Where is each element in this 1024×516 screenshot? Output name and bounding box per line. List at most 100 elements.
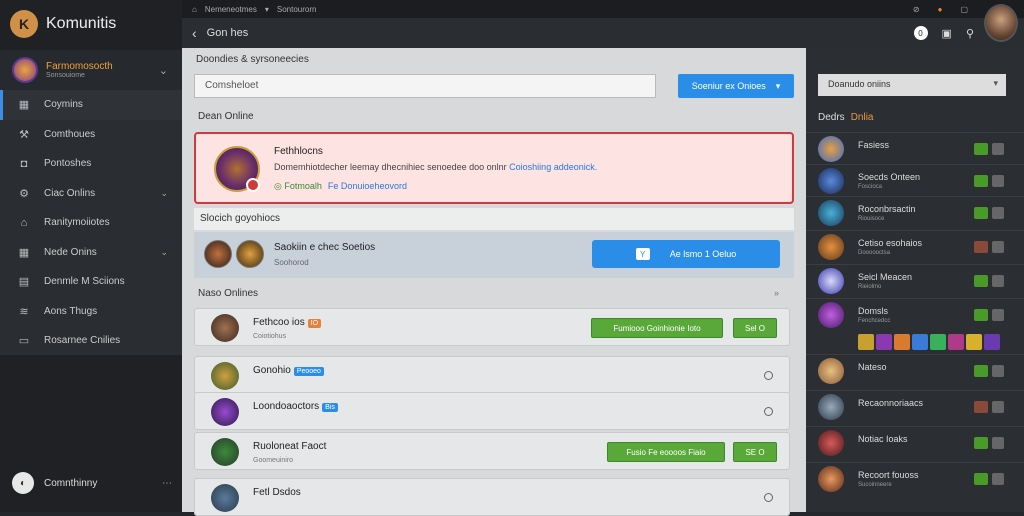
user-avatar[interactable]: [984, 4, 1018, 42]
options-icon[interactable]: [992, 437, 1004, 449]
refresh-icon[interactable]: ⊘: [913, 5, 920, 14]
status-toggle[interactable]: [974, 401, 988, 413]
sidebar-item-2[interactable]: ⚒ Comthoues: [0, 120, 182, 150]
item-icon[interactable]: [966, 334, 982, 350]
alert-link[interactable]: Coioshiing addeonick.: [509, 162, 597, 172]
community-item[interactable]: ◐ Comnthinny ⋯: [12, 472, 172, 494]
right-list-item[interactable]: Nateso: [806, 354, 1024, 386]
search-icon[interactable]: ⚲: [966, 27, 974, 40]
radio-icon[interactable]: [764, 493, 773, 502]
right-list-item[interactable]: Cetiso esohaios Doooooctsa: [806, 230, 1024, 262]
radio-icon[interactable]: [764, 371, 773, 380]
sidebar-item-8[interactable]: ≋ Aons Thugs: [0, 297, 182, 327]
avatar: [818, 302, 844, 328]
row-action-button[interactable]: Fusio Fe eoooos Fiaio: [607, 442, 725, 462]
server-selector[interactable]: Farmomosocth Sonsouiome ⌄: [0, 50, 182, 90]
status-toggle[interactable]: [974, 207, 988, 219]
item-icon[interactable]: [858, 334, 874, 350]
radio-icon[interactable]: [764, 407, 773, 416]
status-toggle[interactable]: [974, 175, 988, 187]
chevron-down-icon: ▾: [775, 80, 781, 91]
top-tab-1[interactable]: Nemeneotmes: [205, 5, 257, 14]
avatar: [211, 484, 239, 512]
status-toggle[interactable]: [974, 143, 988, 155]
search-button[interactable]: Soeniur ex Onioes ▾: [678, 74, 794, 98]
top-tab-2[interactable]: Sontourorn: [277, 5, 317, 14]
options-icon[interactable]: [992, 365, 1004, 377]
avatar: [818, 394, 844, 420]
sidebar-item-1[interactable]: ▦ Coymins: [0, 90, 182, 120]
sidebar-item-7[interactable]: ▤ Denmle M Sciions: [0, 267, 182, 297]
item-icon[interactable]: [948, 334, 964, 350]
filter-select[interactable]: Doanudo oniins ▾: [818, 74, 1006, 96]
row-secondary-button[interactable]: SE O: [733, 442, 777, 462]
right-list-item[interactable]: Domsls Fenchcedcc: [806, 298, 1024, 330]
right-list-item[interactable]: Fasiess: [806, 132, 1024, 164]
avatar: [211, 362, 239, 390]
options-icon[interactable]: [992, 401, 1004, 413]
status-toggle[interactable]: [974, 241, 988, 253]
list-item[interactable]: Fethcoo ios IO Coiotiohus Fumiooo Goinhioni…: [194, 308, 790, 346]
sidebar-item-label: Coymins: [44, 99, 83, 111]
app-logo[interactable]: K Komunitis: [10, 10, 116, 38]
right-list-item[interactable]: Notiac Ioaks: [806, 426, 1024, 458]
row-secondary-button[interactable]: Sel O: [733, 318, 777, 338]
options-icon[interactable]: [992, 309, 1004, 321]
list-item[interactable]: Loondoaoctors Bis: [194, 392, 790, 430]
item-icon[interactable]: [876, 334, 892, 350]
server-subtitle: Sonsouiome: [46, 72, 85, 79]
avatar: [818, 136, 844, 162]
online-section-title: Dean Online: [198, 111, 254, 122]
status-toggle[interactable]: [974, 275, 988, 287]
alert-status: ◎ Fotmoalh Fe Donuioeheovord: [274, 181, 407, 191]
collapse-icon[interactable]: »: [774, 288, 779, 298]
right-list-item[interactable]: Soecds Onteen Foscioca: [806, 164, 1024, 196]
sidebar-item-4[interactable]: ⚙ Ciac Onlins ⌄: [0, 179, 182, 209]
chat-icon[interactable]: ▣: [942, 27, 952, 40]
right-item-name: Roconbrsactin: [858, 204, 916, 214]
alert-status-link[interactable]: Fe Donuioeheovord: [328, 181, 407, 191]
right-list-item[interactable]: Recoort fouoss Sucoinneere: [806, 462, 1024, 494]
sidebar-item-9[interactable]: ▭ Rosarnee Cnilies: [0, 326, 182, 356]
more-icon[interactable]: ⋯: [162, 478, 172, 489]
status-toggle[interactable]: [974, 473, 988, 485]
status-toggle[interactable]: [974, 309, 988, 321]
search-section-title: Doondies & syrsoneecies: [196, 54, 309, 65]
search-input[interactable]: Comsheloet: [194, 74, 656, 98]
list-item[interactable]: Ruoloneat Faoct Goomeuiniro Fusio Fe eoooo…: [194, 432, 790, 470]
right-list-item[interactable]: Roconbrsactin Riouisoce: [806, 196, 1024, 228]
right-item-name: Soecds Onteen: [858, 172, 921, 182]
status-toggle[interactable]: [974, 437, 988, 449]
home-icon[interactable]: ⌂: [192, 5, 197, 14]
sidebar-item-label: Pontoshes: [44, 158, 92, 170]
item-icon[interactable]: [984, 334, 1000, 350]
count-badge[interactable]: 0: [913, 26, 928, 40]
alert-card[interactable]: Fethhlocns Domemhiotdecher leemay dhecni…: [194, 132, 794, 204]
sidebar-item-6[interactable]: ▦ Nede Onins ⌄: [0, 238, 182, 268]
item-icon[interactable]: [894, 334, 910, 350]
item-icon[interactable]: [912, 334, 928, 350]
avatar: [818, 234, 844, 260]
list-item[interactable]: Fetl Dsdos: [194, 478, 790, 516]
options-icon[interactable]: [992, 175, 1004, 187]
options-icon[interactable]: [992, 143, 1004, 155]
back-icon[interactable]: ‹: [192, 25, 197, 41]
list-item[interactable]: Gonohio Peooeo: [194, 356, 790, 394]
row-action-button[interactable]: Fumiooo Goinhionie Ioto: [591, 318, 723, 338]
sidebar-item-3[interactable]: ◘ Pontoshes: [0, 149, 182, 179]
right-list-item[interactable]: Recaonnoriaacs: [806, 390, 1024, 422]
window-icon[interactable]: ▢: [960, 5, 968, 14]
status-toggle[interactable]: [974, 365, 988, 377]
right-item-name: Domsls: [858, 306, 889, 316]
options-icon[interactable]: [992, 241, 1004, 253]
right-list-item[interactable]: Seicl Meacen Rieiolmo: [806, 264, 1024, 296]
group-join-button[interactable]: Y Ae lsmo 1 Oeluo: [592, 240, 780, 268]
options-icon[interactable]: [992, 473, 1004, 485]
item-icon[interactable]: [930, 334, 946, 350]
sidebar-item-5[interactable]: ⌂ Ranitymoiiotes: [0, 208, 182, 238]
notification-icon[interactable]: ●: [938, 5, 943, 14]
sidebar-item-label: Rosarnee Cnilies: [44, 335, 121, 347]
options-icon[interactable]: [992, 207, 1004, 219]
sub-bar: ‹ Gon hes 0 ▣ ⚲: [182, 18, 1024, 48]
options-icon[interactable]: [992, 275, 1004, 287]
